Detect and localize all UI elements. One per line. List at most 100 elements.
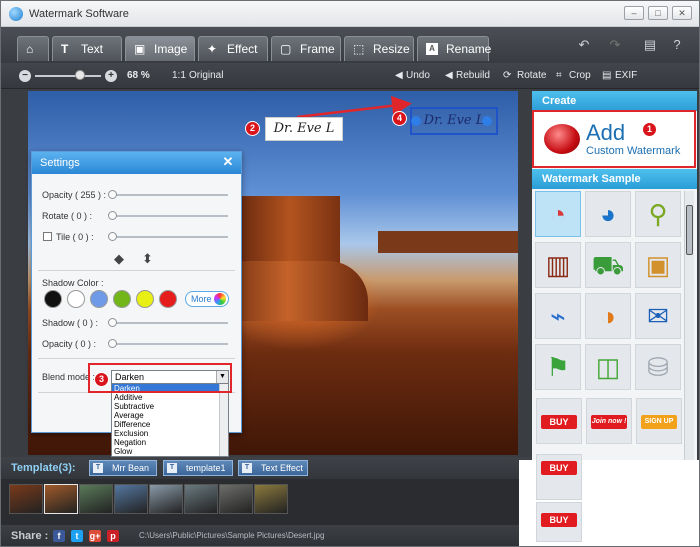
sample-pie-chart-3d[interactable]: ◔	[535, 191, 581, 237]
tile-checkbox[interactable]	[43, 232, 52, 241]
undo-button[interactable]: Undo	[406, 70, 430, 81]
sample-database-cylinder[interactable]: ⛁	[635, 344, 681, 390]
exif-button[interactable]: EXIF	[615, 70, 637, 81]
rotate-icon[interactable]: ⟳	[503, 70, 511, 81]
blend-option[interactable]: Subtractive	[112, 402, 228, 411]
blend-option[interactable]: Additive	[112, 393, 228, 402]
shadow-slider-thumb[interactable]	[108, 318, 117, 327]
twitter-icon[interactable]: t	[71, 530, 83, 542]
rebuild-icon[interactable]: ◀	[445, 70, 453, 81]
zoom-out-icon[interactable]: −	[19, 70, 31, 82]
tab-resize[interactable]: ⬚ Resize	[344, 36, 414, 61]
zoom-slider-track[interactable]	[35, 75, 101, 77]
close-window-button[interactable]: ✕	[672, 6, 692, 20]
more-colors-button[interactable]: More	[185, 291, 229, 307]
undo-arrow-icon[interactable]: ↶	[573, 35, 595, 55]
help-icon[interactable]: ?	[666, 35, 688, 55]
blend-option[interactable]: Exclusion	[112, 429, 228, 438]
dropdown-scrollbar[interactable]	[219, 384, 228, 456]
shadow-opacity-slider[interactable]	[110, 343, 228, 345]
zoom-slider-thumb[interactable]	[75, 70, 85, 80]
minimize-button[interactable]: –	[624, 6, 644, 20]
blend-option[interactable]: Negation	[112, 438, 228, 447]
sample-buy-badge[interactable]: BUY	[536, 454, 582, 500]
tab-rename[interactable]: A Rename	[417, 36, 491, 61]
sample-pie-chart-color[interactable]: ◑	[585, 293, 631, 339]
tab-image[interactable]: ▣ Image	[125, 36, 195, 61]
flip-horizontal-icon[interactable]: ◆	[114, 251, 124, 267]
blend-option[interactable]: Average	[112, 411, 228, 420]
image-thumbnail-selected[interactable]	[44, 484, 78, 514]
color-wheel-icon	[214, 293, 226, 305]
resize-handle-right[interactable]	[482, 116, 492, 126]
sample-shopping-cart[interactable]: ⛟	[585, 242, 631, 288]
original-size-icon[interactable]: 1:1	[172, 70, 186, 81]
image-thumbnail[interactable]	[254, 484, 288, 514]
sample-pie-chart-blue[interactable]: ◕	[585, 191, 631, 237]
original-size-button[interactable]: Original	[189, 70, 223, 81]
image-thumbnail[interactable]	[79, 484, 113, 514]
sample-join-now-badge[interactable]: Join now !	[586, 398, 632, 444]
template-item[interactable]: T Mrr Bean	[89, 460, 157, 476]
crop-button[interactable]: Crop	[569, 70, 591, 81]
shadow-slider[interactable]	[110, 322, 228, 324]
chat-icon[interactable]: ▤	[639, 35, 661, 55]
sample-server-rack[interactable]: ▥	[535, 242, 581, 288]
samples-scrollbar-thumb[interactable]	[686, 205, 693, 255]
share-bar: Share : f t g+ p C:\Users\Public\Picture…	[1, 525, 532, 546]
image-thumbnail[interactable]	[149, 484, 183, 514]
tile-slider[interactable]	[110, 236, 228, 238]
image-thumbnail[interactable]	[219, 484, 253, 514]
shadow-swatch-red[interactable]	[159, 290, 177, 308]
blend-option[interactable]: Glow	[112, 447, 228, 456]
redo-arrow-icon[interactable]: ↷	[604, 35, 626, 55]
shadow-swatch-black[interactable]	[44, 290, 62, 308]
image-thumbnail[interactable]	[9, 484, 43, 514]
watermark-text-preview[interactable]: Dr. Eve L	[265, 117, 343, 141]
opacity-slider-thumb[interactable]	[108, 190, 117, 199]
shadow-swatch-yellow[interactable]	[136, 290, 154, 308]
pie-chart-blue-icon: ◕	[600, 199, 616, 229]
facebook-icon[interactable]: f	[53, 530, 65, 542]
undo-icon[interactable]: ◀	[395, 70, 403, 81]
sample-package-box[interactable]: ▣	[635, 242, 681, 288]
sample-shopping-basket[interactable]: ◫	[585, 344, 631, 390]
image-thumbnail[interactable]	[114, 484, 148, 514]
rotate-slider-thumb[interactable]	[108, 211, 117, 220]
tab-text[interactable]: T Text	[52, 36, 122, 61]
rotate-slider[interactable]	[110, 215, 228, 217]
crop-icon[interactable]: ⌗	[556, 70, 562, 81]
shadow-swatch-white[interactable]	[67, 290, 85, 308]
shadow-swatch-green[interactable]	[113, 290, 131, 308]
shadow-swatch-blue[interactable]	[90, 290, 108, 308]
tab-effect[interactable]: ✦ Effect	[198, 36, 268, 61]
sample-door-hanger-tags[interactable]: ⚑	[535, 344, 581, 390]
resize-handle-left[interactable]	[411, 116, 421, 126]
flip-vertical-icon[interactable]: ⬍	[142, 251, 153, 267]
sample-hanging-tags[interactable]: ⚲	[635, 191, 681, 237]
sample-blue-tag[interactable]: ⌁	[535, 293, 581, 339]
image-thumbnail[interactable]	[184, 484, 218, 514]
tile-slider-thumb[interactable]	[108, 232, 117, 241]
template-item[interactable]: T Text Effect ...	[238, 460, 308, 487]
maximize-button[interactable]: □	[648, 6, 668, 20]
exif-icon[interactable]: ▤	[602, 70, 611, 81]
sample-buy-badge[interactable]: BUY	[536, 398, 582, 444]
template-item[interactable]: T template1	[163, 460, 233, 476]
tab-home[interactable]: ⌂	[17, 36, 49, 61]
sample-buy-badge[interactable]: BUY	[536, 502, 582, 542]
tab-frame[interactable]: ▢ Frame	[271, 36, 341, 61]
sample-sign-up-badge[interactable]: SIGN UP	[636, 398, 682, 444]
template-name: Mrr Bean	[112, 463, 150, 473]
rotate-button[interactable]: Rotate	[517, 70, 546, 81]
zoom-in-icon[interactable]: +	[105, 70, 117, 82]
google-plus-icon[interactable]: g+	[89, 530, 101, 542]
sample-email-envelope[interactable]: ✉	[635, 293, 681, 339]
shadow-opacity-slider-thumb[interactable]	[108, 339, 117, 348]
opacity-slider[interactable]	[110, 194, 228, 196]
close-icon[interactable]: ✕	[221, 155, 235, 169]
pinterest-icon[interactable]: p	[107, 530, 119, 542]
blend-mode-dropdown-list: Darken Additive Subtractive Average Diff…	[111, 383, 229, 457]
blend-option[interactable]: Difference	[112, 420, 228, 429]
rebuild-button[interactable]: Rebuild	[456, 70, 490, 81]
